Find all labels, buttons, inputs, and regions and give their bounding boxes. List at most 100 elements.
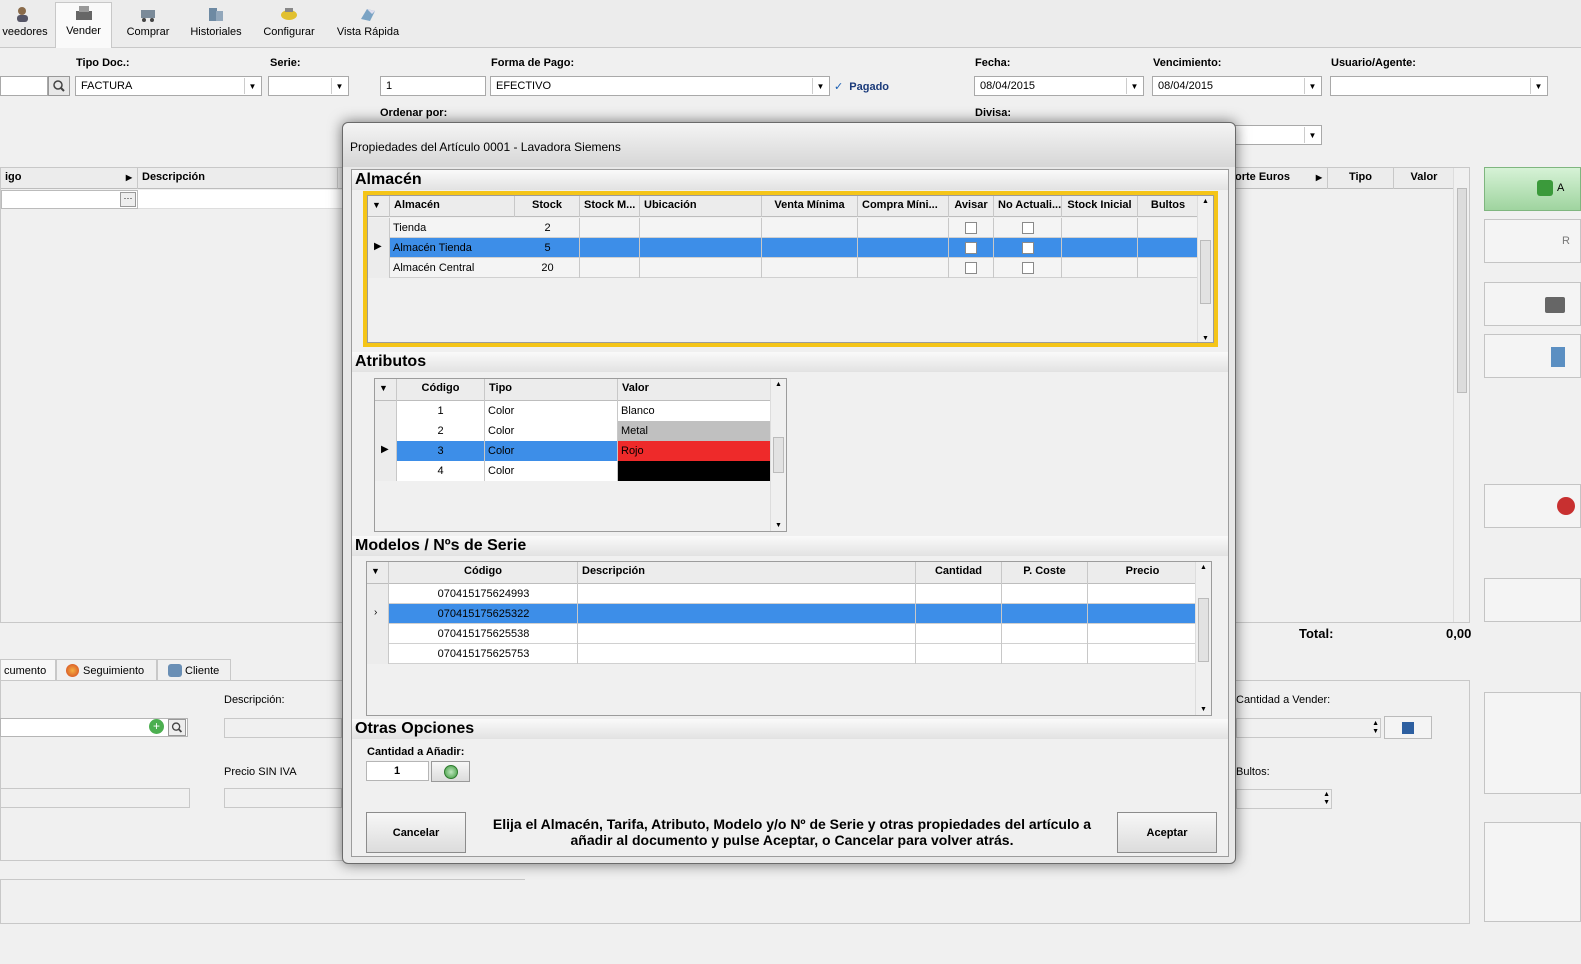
cantidad-vender-field[interactable]: ▲ ▼: [1236, 718, 1381, 738]
col-bultos[interactable]: Bultos: [1138, 196, 1199, 217]
modelos-scrollbar[interactable]: ▲ ▼: [1195, 562, 1211, 715]
toolbar-vista-rapida-button[interactable]: Vista Rápida: [333, 4, 403, 46]
tab-seguimiento[interactable]: Seguimiento: [56, 659, 157, 681]
atributo-row[interactable]: 4 Color: [375, 461, 771, 481]
col-stock-inicial[interactable]: Stock Inicial: [1062, 196, 1138, 217]
modelo-row[interactable]: 070415175625538: [367, 624, 1198, 644]
no-actualizar-checkbox[interactable]: [1022, 222, 1034, 234]
atributo-row[interactable]: 1 Color Blanco: [375, 401, 771, 421]
col-ubicacion[interactable]: Ubicación: [640, 196, 762, 217]
modelo-row[interactable]: 070415175624993: [367, 584, 1198, 604]
pagado-checkbox[interactable]: ✓ Pagado: [834, 80, 889, 93]
almacen-row[interactable]: Tienda 2: [368, 218, 1199, 238]
descripcion-field[interactable]: [224, 718, 342, 738]
search-article-button[interactable]: [168, 719, 186, 736]
codigo-input[interactable]: ···: [1, 190, 138, 209]
row-selector[interactable]: [375, 401, 397, 421]
scroll-thumb[interactable]: [1200, 240, 1211, 304]
accept-button[interactable]: Aceptar: [1117, 812, 1217, 853]
side-button-2[interactable]: R: [1484, 219, 1581, 263]
forma-pago-select[interactable]: EFECTIVO ▼: [490, 76, 830, 96]
row-selector[interactable]: [367, 584, 389, 604]
fecha-picker[interactable]: 08/04/2015 ▼: [974, 76, 1144, 96]
col-almacen[interactable]: Almacén: [390, 196, 515, 217]
search-button[interactable]: [48, 76, 70, 96]
bottom-field-left[interactable]: [0, 788, 190, 808]
print-button[interactable]: [1484, 282, 1581, 326]
tipo-doc-select[interactable]: FACTURA ▼: [75, 76, 262, 96]
numero-field[interactable]: 1: [380, 76, 486, 96]
toolbar-comprar-button[interactable]: Comprar: [120, 4, 176, 46]
serie-select[interactable]: ▼: [268, 76, 349, 96]
col-descripcion-header[interactable]: Descripción: [138, 168, 338, 189]
tab-cliente[interactable]: Cliente: [157, 659, 231, 681]
col-valor-header[interactable]: Valor: [1394, 168, 1455, 189]
atributo-row[interactable]: 2 Color Metal: [375, 421, 771, 441]
column-chooser[interactable]: ▼: [375, 379, 397, 401]
side-button-7[interactable]: [1484, 692, 1581, 794]
precio-field[interactable]: [224, 788, 342, 808]
almacen-row[interactable]: Almacén Central 20: [368, 258, 1199, 278]
toolbar-proveedores-button[interactable]: veedores: [0, 4, 50, 46]
ellipsis-button[interactable]: ···: [120, 192, 136, 207]
no-actualizar-checkbox[interactable]: [1022, 242, 1034, 254]
col-precio[interactable]: Precio: [1088, 562, 1198, 584]
no-actualizar-checkbox[interactable]: [1022, 262, 1034, 274]
cancel-button[interactable]: Cancelar: [366, 812, 466, 853]
toolbar-vender-button[interactable]: Vender: [55, 2, 112, 48]
usuario-select[interactable]: ▼: [1330, 76, 1548, 96]
avisar-checkbox[interactable]: [965, 242, 977, 254]
calc-small-button[interactable]: [1384, 716, 1432, 739]
toolbar-configurar-button[interactable]: Configurar: [258, 4, 320, 46]
supplier-field[interactable]: [0, 76, 48, 96]
tab-documento[interactable]: cumento: [0, 659, 56, 681]
col-importe-header[interactable]: orte Euros ▶: [1231, 168, 1328, 189]
row-selector[interactable]: [368, 218, 390, 238]
row-selector[interactable]: [368, 258, 390, 278]
col-no-actualizar[interactable]: No Actuali...: [994, 196, 1062, 217]
col-cantidad[interactable]: Cantidad: [916, 562, 1002, 584]
col-tipo[interactable]: Tipo: [485, 379, 618, 401]
avisar-checkbox[interactable]: [965, 262, 977, 274]
col-codigo-header[interactable]: igo ▶: [1, 168, 138, 189]
row-selector[interactable]: [375, 461, 397, 481]
col-avisar[interactable]: Avisar: [949, 196, 994, 217]
col-venta-minima[interactable]: Venta Mínima: [762, 196, 858, 217]
toolbar-historiales-button[interactable]: Historiales: [186, 4, 246, 46]
add-quantity-button[interactable]: [431, 761, 470, 782]
row-selector[interactable]: [367, 604, 389, 624]
add-article-button[interactable]: +: [149, 719, 166, 736]
delete-button[interactable]: [1484, 484, 1581, 528]
col-stock[interactable]: Stock: [515, 196, 580, 217]
col-tipo-header[interactable]: Tipo: [1328, 168, 1394, 189]
column-chooser[interactable]: ▼: [368, 196, 390, 217]
atributos-scrollbar[interactable]: ▲ ▼: [770, 379, 786, 531]
row-selector[interactable]: [375, 421, 397, 441]
scroll-thumb[interactable]: [1198, 598, 1209, 662]
column-chooser[interactable]: ▼: [367, 562, 389, 584]
col-codigo[interactable]: Código: [397, 379, 485, 401]
side-button-8[interactable]: [1484, 822, 1581, 922]
col-p-coste[interactable]: P. Coste: [1002, 562, 1088, 584]
vencimiento-picker[interactable]: 08/04/2015 ▼: [1152, 76, 1322, 96]
almacen-scrollbar[interactable]: ▲ ▼: [1197, 196, 1213, 342]
modelo-row[interactable]: 070415175625753: [367, 644, 1198, 664]
row-selector[interactable]: [367, 644, 389, 664]
row-selector[interactable]: [367, 624, 389, 644]
avisar-checkbox[interactable]: [965, 222, 977, 234]
col-modelo-codigo[interactable]: Código: [389, 562, 578, 584]
side-button-6[interactable]: [1484, 578, 1581, 622]
grid-scrollbar[interactable]: [1453, 168, 1469, 622]
atributo-row[interactable]: ▶ 3 Color Rojo: [375, 441, 771, 461]
col-compra-minima[interactable]: Compra Míni...: [858, 196, 949, 217]
almacen-row[interactable]: ▶ Almacén Tienda 5: [368, 238, 1199, 258]
scroll-thumb[interactable]: [773, 437, 784, 473]
bultos-field[interactable]: ▲ ▼: [1236, 789, 1332, 809]
cantidad-anadir-input[interactable]: 1: [366, 761, 429, 781]
scroll-thumb[interactable]: [1457, 188, 1467, 393]
add-line-button[interactable]: A: [1484, 167, 1581, 211]
calculator-button[interactable]: [1484, 334, 1581, 378]
divisa-select[interactable]: ▼: [1230, 125, 1322, 145]
col-modelo-descripcion[interactable]: Descripción: [578, 562, 916, 584]
col-stock-min[interactable]: Stock M...: [580, 196, 640, 217]
